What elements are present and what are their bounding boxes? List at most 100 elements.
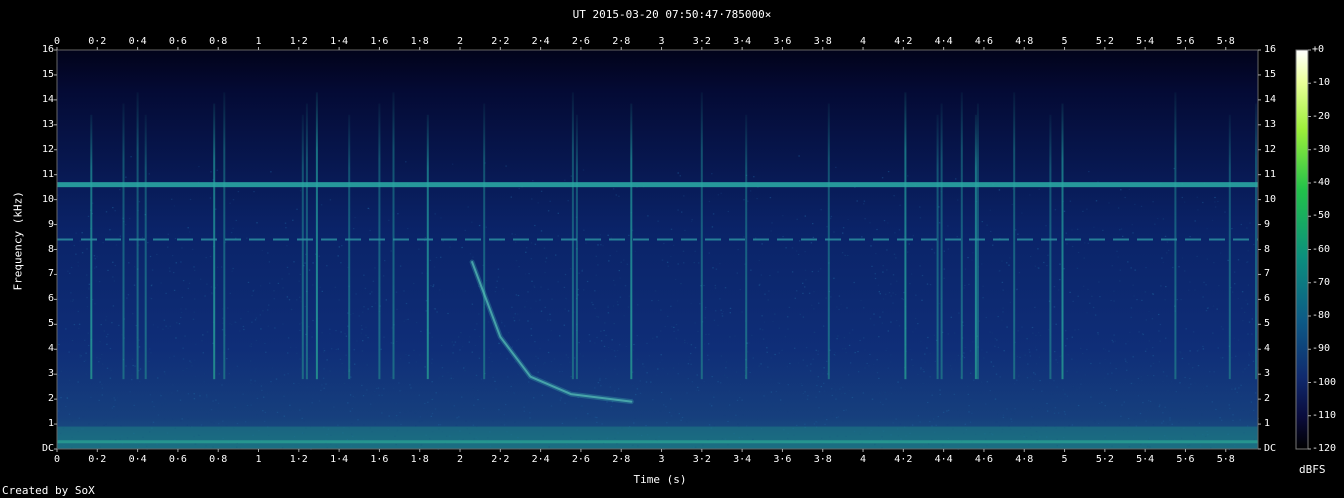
y-tick-label-left: 6 (47, 293, 54, 305)
noise-speck (1127, 418, 1130, 420)
noise-speck (826, 226, 828, 228)
noise-speck (942, 411, 945, 413)
noise-speck (684, 342, 686, 344)
impulse-line (974, 114, 977, 380)
noise-speck (418, 248, 420, 250)
x-tick-label-top: 1·4 (330, 36, 349, 47)
noise-speck (978, 320, 981, 322)
noise-speck (456, 361, 459, 363)
noise-speck (491, 361, 493, 363)
noise-speck (800, 383, 803, 385)
noise-speck (341, 400, 344, 402)
noise-speck (209, 197, 212, 199)
noise-speck (1029, 255, 1032, 258)
x-tick-label-top: 5 (1061, 36, 1068, 47)
noise-speck (931, 425, 933, 427)
noise-speck (308, 357, 310, 360)
noise-speck (78, 327, 80, 329)
noise-speck (312, 319, 314, 322)
noise-speck (581, 405, 583, 407)
noise-speck (1192, 367, 1194, 369)
noise-speck (587, 413, 589, 415)
noise-speck (972, 252, 974, 254)
noise-speck (926, 347, 928, 349)
noise-speck (581, 270, 583, 272)
noise-speck (1135, 414, 1137, 416)
noise-speck (604, 322, 606, 324)
noise-speck (1227, 259, 1229, 261)
noise-speck (523, 410, 525, 412)
noise-speck (1161, 257, 1163, 259)
noise-speck (1032, 380, 1034, 382)
noise-speck (1216, 308, 1218, 310)
noise-speck (882, 298, 885, 300)
noise-speck (1188, 387, 1190, 389)
noise-speck (540, 230, 543, 232)
noise-speck (1214, 206, 1217, 208)
noise-speck (88, 344, 90, 347)
noise-speck (549, 319, 552, 321)
noise-speck (586, 280, 589, 283)
noise-speck (131, 374, 133, 376)
noise-speck (347, 402, 349, 404)
noise-speck (1162, 371, 1165, 373)
noise-speck (735, 371, 738, 373)
x-tick-label-bottom: 3·8 (813, 454, 832, 465)
noise-speck (547, 339, 550, 341)
x-tick-label-top: 4·8 (1015, 36, 1034, 47)
noise-speck (1091, 295, 1093, 297)
colorbar-tick-label: +0 (1312, 44, 1325, 55)
noise-speck (1054, 351, 1056, 353)
noise-speck (193, 266, 195, 268)
noise-speck (86, 297, 88, 299)
noise-speck (200, 399, 202, 401)
noise-speck (172, 418, 174, 420)
noise-speck (703, 284, 705, 287)
colorbar-tick-label: -30 (1312, 143, 1331, 155)
noise-speck (167, 327, 169, 329)
noise-speck (558, 399, 560, 401)
noise-speck (116, 415, 118, 417)
noise-speck (1097, 333, 1099, 336)
noise-speck (296, 299, 298, 301)
noise-speck (267, 309, 269, 311)
noise-speck (1162, 420, 1165, 422)
noise-speck (820, 209, 822, 211)
noise-speck (863, 203, 865, 205)
noise-speck (125, 365, 127, 367)
noise-speck (395, 420, 397, 422)
noise-speck (823, 367, 825, 369)
noise-speck (1029, 351, 1031, 353)
noise-speck (400, 423, 402, 425)
noise-speck (1011, 203, 1013, 206)
noise-speck (735, 414, 737, 416)
noise-speck (628, 295, 630, 297)
noise-speck (857, 371, 860, 373)
noise-speck (954, 359, 957, 361)
noise-speck (71, 339, 74, 342)
noise-speck (705, 333, 707, 336)
noise-speck (943, 277, 945, 279)
x-tick-label-bottom: 0·4 (128, 454, 147, 465)
noise-speck (1202, 348, 1205, 350)
noise-speck (882, 404, 884, 406)
noise-speck (211, 293, 213, 295)
noise-speck (448, 378, 451, 380)
impulse-line (305, 103, 308, 380)
noise-speck (405, 302, 408, 305)
noise-speck (770, 230, 772, 232)
noise-speck (1080, 347, 1082, 349)
noise-speck (1032, 407, 1035, 409)
noise-speck (500, 399, 502, 401)
noise-speck (325, 383, 327, 385)
noise-speck (198, 393, 201, 395)
noise-speck (875, 253, 877, 255)
noise-speck (156, 253, 158, 256)
noise-speck (778, 382, 781, 384)
noise-speck (326, 265, 328, 267)
noise-speck (283, 395, 285, 397)
noise-speck (300, 301, 302, 303)
noise-speck (1178, 421, 1180, 423)
noise-speck (365, 393, 367, 395)
noise-speck (308, 269, 311, 271)
